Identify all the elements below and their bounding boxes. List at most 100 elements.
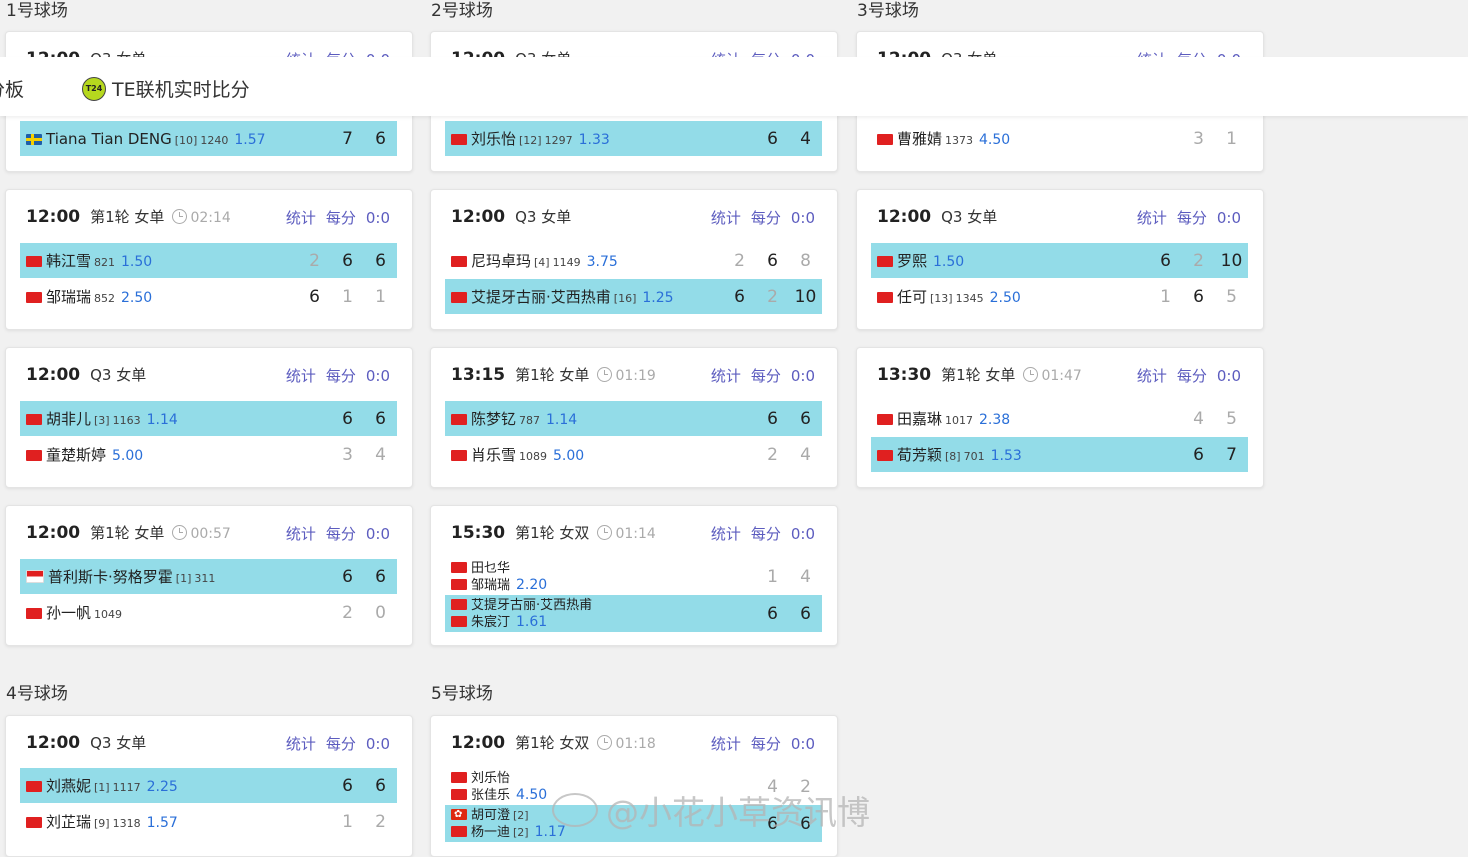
player-row[interactable]: Tiana Tian DENG [10] 1240 1.57 7 6 bbox=[20, 121, 397, 156]
player-row[interactable]: 尼玛卓玛 [4] 1149 3.75 2 6 8 bbox=[445, 243, 822, 278]
player-row[interactable]: 胡非儿 [3] 1163 1.14 6 6 bbox=[20, 401, 397, 436]
points-link[interactable]: 每分 bbox=[326, 209, 356, 227]
stats-link[interactable]: 统计 bbox=[711, 367, 741, 385]
set-score: 6 bbox=[375, 128, 386, 149]
player-name: 刘燕妮 bbox=[46, 777, 92, 795]
points-link[interactable]: 每分 bbox=[326, 525, 356, 543]
clock-icon bbox=[597, 735, 613, 750]
player-row[interactable]: 荀芳颖 [8] 701 1.53 6 7 bbox=[871, 437, 1248, 472]
match-card[interactable]: 12:00 Q3 女单 统计 每分 0:0 尼玛卓玛 [4] 1149 3.75 2 6 8 艾… bbox=[430, 189, 838, 330]
player-row[interactable]: 罗熙 1.50 6 2 10 bbox=[871, 243, 1248, 278]
set-score: 4 bbox=[800, 444, 811, 465]
team-row[interactable]: 田乜华 邹瑞瑞 2.20 1 4 bbox=[445, 558, 822, 595]
nav-scoreboard-link[interactable]: 分板 bbox=[0, 75, 24, 102]
player-row[interactable]: 田嘉琳 1017 2.38 4 5 bbox=[871, 401, 1248, 436]
player-row[interactable]: 任可 [13] 1345 2.50 1 6 5 bbox=[871, 279, 1248, 314]
set-score: 6 bbox=[767, 128, 778, 149]
player-row[interactable]: 肖乐雪 1089 5.00 2 4 bbox=[445, 437, 822, 472]
set-score: 6 bbox=[767, 603, 778, 624]
player-rank: 852 bbox=[94, 292, 116, 305]
team-odds: 1.61 bbox=[516, 613, 548, 630]
points-link[interactable]: 每分 bbox=[751, 735, 781, 753]
match-round: 第1轮 女单 bbox=[90, 524, 165, 542]
player-row[interactable]: 刘燕妮 [1] 1117 2.25 6 6 bbox=[20, 768, 397, 803]
china-flag-icon bbox=[451, 134, 467, 145]
stats-link[interactable]: 统计 bbox=[286, 735, 316, 753]
points-link[interactable]: 每分 bbox=[751, 525, 781, 543]
player-row[interactable]: 普利斯卡·努格罗霍 [1] 311 6 6 bbox=[20, 559, 397, 594]
player-odds: 1.25 bbox=[642, 290, 674, 306]
points-link[interactable]: 每分 bbox=[1177, 209, 1207, 227]
player-odds: 1.50 bbox=[121, 254, 153, 270]
player-row[interactable]: 邹瑞瑞 852 2.50 6 1 1 bbox=[20, 279, 397, 314]
player-rank: 1089 bbox=[519, 450, 548, 463]
match-round: 第1轮 女双 bbox=[515, 734, 590, 752]
match-round: 第1轮 女双 bbox=[515, 524, 590, 542]
player-row[interactable]: 刘乐怡 [12] 1297 1.33 6 4 bbox=[445, 121, 822, 156]
china-flag-icon bbox=[26, 781, 42, 792]
player-name: 普利斯卡·努格罗霍 bbox=[48, 568, 173, 586]
match-card[interactable]: 12:00 第1轮 女单 00:57 统计 每分 0:0 普利斯卡·努格罗霍 [1] 311… bbox=[5, 505, 413, 646]
match-time: 13:15 bbox=[451, 365, 506, 385]
stats-link[interactable]: 统计 bbox=[1137, 209, 1167, 227]
set-score: 5 bbox=[1226, 408, 1237, 429]
stats-link[interactable]: 统计 bbox=[286, 367, 316, 385]
player-row[interactable]: 曹雅婧 1373 4.50 3 1 bbox=[871, 121, 1248, 156]
match-card[interactable]: 15:30 第1轮 女双 01:14 统计 每分 0:0 田乜华 邹瑞瑞 2.20 14 … bbox=[430, 505, 838, 646]
player-name: Tiana Tian DENG bbox=[46, 129, 172, 148]
china-flag-icon bbox=[877, 414, 893, 425]
point-score: 0:0 bbox=[365, 735, 390, 753]
set-score: 2 bbox=[767, 286, 778, 307]
points-link[interactable]: 每分 bbox=[326, 367, 356, 385]
court-title-1: 1号球场 bbox=[6, 1, 68, 21]
stats-link[interactable]: 统计 bbox=[711, 735, 741, 753]
points-link[interactable]: 每分 bbox=[751, 209, 781, 227]
player-seed: [12] bbox=[519, 134, 542, 147]
set-score: 1 bbox=[342, 286, 353, 307]
match-time: 12:00 bbox=[451, 207, 506, 227]
set-score: 10 bbox=[1220, 250, 1243, 271]
stats-link[interactable]: 统计 bbox=[711, 209, 741, 227]
match-card[interactable]: 12:00 Q3 女单 统计 每分 0:0 罗熙 1.50 6 2 10 任可 [13] 134… bbox=[856, 189, 1264, 330]
player-odds: 1.14 bbox=[146, 412, 178, 428]
set-score: 6 bbox=[375, 566, 386, 587]
player-name: 邹瑞瑞 bbox=[471, 577, 511, 593]
player-name: 田乜华 bbox=[471, 560, 511, 576]
match-card[interactable]: 12:00 Q3 女单 统计 每分 0:0 胡非儿 [3] 1163 1.14 6 6 童楚斯… bbox=[5, 347, 413, 488]
match-card[interactable]: 12:00 Q3 女单 统计 每分 0:0 刘燕妮 [1] 1117 2.25 6 6 刘芷瑞… bbox=[5, 715, 413, 857]
player-name: 胡非儿 bbox=[46, 410, 92, 428]
stats-link[interactable]: 统计 bbox=[711, 525, 741, 543]
match-card[interactable]: 13:15 第1轮 女单 01:19 统计 每分 0:0 陈梦钇 787 1.14 6 6 肖… bbox=[430, 347, 838, 488]
set-score: 6 bbox=[342, 775, 353, 796]
player-seed: [3] bbox=[94, 414, 110, 427]
point-score: 0:0 bbox=[365, 367, 390, 385]
player-row[interactable]: 陈梦钇 787 1.14 6 6 bbox=[445, 401, 822, 436]
player-row[interactable]: 艾提牙古丽·艾西热甫 [16] 1.25 6 2 10 bbox=[445, 279, 822, 314]
stats-link[interactable]: 统计 bbox=[286, 525, 316, 543]
player-name: 邹瑞瑞 bbox=[46, 288, 92, 306]
nav-live-score-link[interactable]: T24 TE联机实时比分 bbox=[82, 75, 250, 102]
player-row[interactable]: 韩江雪 821 1.50 2 6 6 bbox=[20, 243, 397, 278]
player-seed: [4] bbox=[534, 256, 550, 269]
match-card[interactable]: 13:30 第1轮 女单 01:47 统计 每分 0:0 田嘉琳 1017 2.38 45 … bbox=[856, 347, 1264, 488]
set-score: 6 bbox=[342, 566, 353, 587]
match-card[interactable]: 12:00 第1轮 女单 02:14 统计 每分 0:0 韩江雪 821 1.50 266 … bbox=[5, 189, 413, 330]
set-score: 2 bbox=[734, 250, 745, 271]
player-row[interactable]: 刘芷瑞 [9] 1318 1.57 1 2 bbox=[20, 804, 397, 839]
team-row[interactable]: 艾提牙古丽·艾西热甫 朱宸汀 1.61 6 6 bbox=[445, 595, 822, 632]
stats-link[interactable]: 统计 bbox=[286, 209, 316, 227]
clock-icon bbox=[172, 525, 188, 540]
points-link[interactable]: 每分 bbox=[326, 735, 356, 753]
set-score: 2 bbox=[309, 250, 320, 271]
points-link[interactable]: 每分 bbox=[751, 367, 781, 385]
player-seed: [13] bbox=[930, 292, 953, 305]
points-link[interactable]: 每分 bbox=[1177, 367, 1207, 385]
player-row[interactable]: 童楚斯婷 5.00 3 4 bbox=[20, 437, 397, 472]
point-score: 0:0 bbox=[790, 367, 815, 385]
stats-link[interactable]: 统计 bbox=[1137, 367, 1167, 385]
point-score: 0:0 bbox=[790, 209, 815, 227]
player-row[interactable]: 孙一帆 1049 2 0 bbox=[20, 595, 397, 630]
point-score: 0:0 bbox=[790, 735, 815, 753]
player-rank: 1017 bbox=[945, 414, 974, 427]
indonesia-flag-icon bbox=[26, 570, 44, 583]
